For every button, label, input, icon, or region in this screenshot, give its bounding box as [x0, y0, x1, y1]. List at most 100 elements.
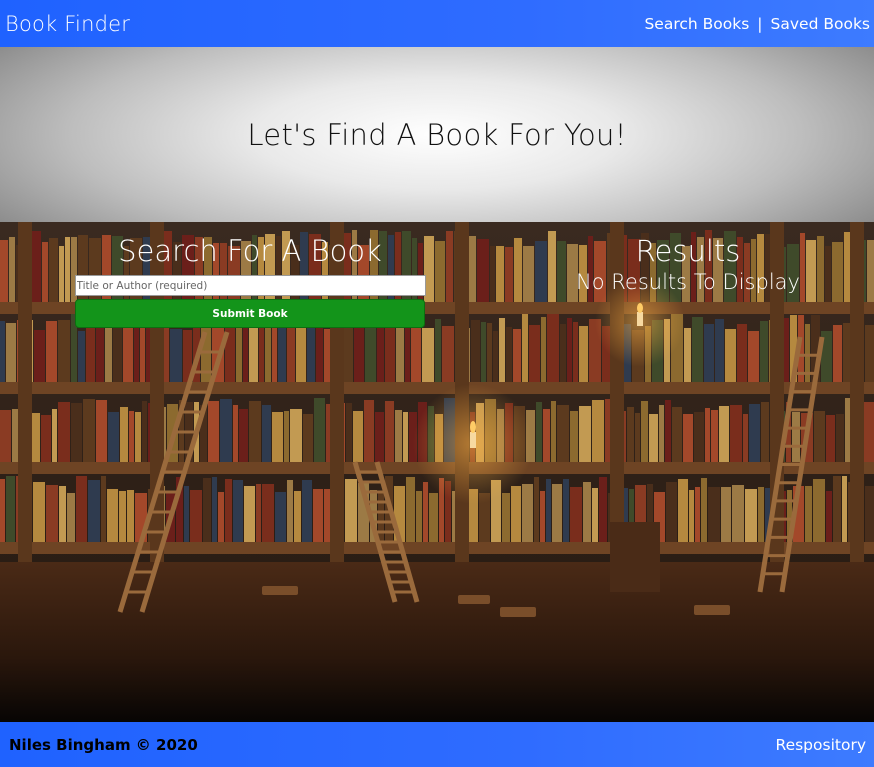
book-spine — [730, 405, 742, 462]
book-spine — [708, 487, 720, 542]
book-spine — [732, 485, 744, 542]
book-spine — [704, 324, 714, 382]
book-spine — [422, 328, 434, 382]
book-spine — [627, 407, 634, 462]
book-spine — [833, 325, 842, 382]
book-spine — [814, 411, 825, 462]
nav-separator: | — [757, 14, 763, 33]
book-spine — [249, 323, 258, 382]
book-spine — [468, 236, 476, 302]
book-spine — [845, 398, 850, 462]
book-spine — [715, 319, 724, 382]
nav-links: Search Books | Saved Books — [644, 15, 870, 33]
book-spine — [123, 322, 133, 382]
book-spine — [278, 319, 286, 382]
book-spine — [134, 322, 139, 382]
book-spine — [58, 320, 70, 382]
book-spine — [502, 493, 510, 542]
book-spine — [346, 403, 352, 462]
book-spine — [101, 476, 106, 542]
book-spine — [749, 404, 760, 462]
book-spine — [140, 325, 145, 382]
book-spine — [262, 484, 274, 542]
book-spine — [570, 487, 582, 542]
book-spine — [233, 405, 238, 462]
book-spine — [514, 238, 522, 302]
book-spine — [406, 477, 415, 542]
book-spine — [272, 412, 283, 462]
book-spine — [683, 414, 693, 462]
book-spine — [583, 482, 591, 542]
book-spine — [96, 400, 107, 462]
book-spine — [522, 314, 528, 382]
brand-link[interactable]: Book Finder — [5, 12, 130, 36]
book-spine — [42, 242, 48, 302]
book-spine — [570, 411, 578, 462]
search-input[interactable] — [74, 275, 426, 296]
book-spine — [52, 409, 57, 462]
results-panel: Results No Results To Display — [560, 233, 816, 295]
book-spine — [385, 319, 395, 382]
book-spine — [403, 412, 408, 462]
book-spine — [33, 482, 45, 542]
submit-book-button[interactable]: Submit Book — [75, 299, 425, 328]
book-spine — [142, 401, 147, 462]
book-spine — [557, 405, 569, 462]
book-spine — [672, 407, 682, 462]
book-spine — [535, 241, 547, 302]
book-spine — [599, 477, 607, 542]
book-spine — [592, 400, 604, 462]
book-spine — [825, 246, 831, 302]
book-spine — [316, 325, 323, 382]
book-spine — [83, 399, 95, 462]
book-spine — [416, 491, 422, 542]
repository-link[interactable]: Respository — [776, 736, 867, 754]
book-spine — [0, 479, 5, 542]
book-spine — [208, 401, 219, 462]
book-spine — [659, 405, 664, 462]
book-spine — [490, 246, 495, 302]
book-spine — [579, 326, 588, 382]
book-spine — [761, 402, 769, 462]
book-spine — [543, 409, 550, 462]
book-spine — [249, 401, 261, 462]
book-spine — [505, 247, 513, 302]
book-spine — [58, 402, 70, 462]
book-spine — [275, 492, 286, 542]
book-spine — [65, 237, 70, 302]
book-spine — [41, 415, 51, 462]
book-spine — [375, 412, 384, 462]
book-spine — [760, 321, 768, 382]
book-spine — [506, 327, 512, 382]
footer-copyright: Niles Bingham © 2020 — [9, 735, 198, 754]
book-spine — [290, 409, 302, 462]
nav-link-search-books[interactable]: Search Books — [644, 15, 749, 33]
book-spine — [88, 480, 100, 542]
book-spine — [865, 486, 874, 542]
book-spine — [546, 479, 551, 542]
book-spine — [203, 478, 211, 542]
book-spine — [220, 399, 232, 462]
book-spine — [592, 488, 598, 542]
book-spine — [49, 238, 58, 302]
search-form: Search For A Book Submit Book — [74, 233, 426, 328]
book-spine — [826, 415, 835, 462]
book-spine — [711, 410, 718, 462]
book-spine — [813, 479, 825, 542]
book-spine — [641, 401, 648, 462]
nav-link-saved-books[interactable]: Saved Books — [771, 15, 870, 33]
book-spine — [649, 414, 658, 462]
book-spine — [184, 486, 189, 542]
book-spine — [302, 480, 312, 542]
book-spine — [567, 318, 572, 382]
book-spine — [446, 231, 453, 302]
book-spine — [71, 403, 82, 462]
book-spine — [353, 411, 363, 462]
book-spine — [284, 411, 289, 462]
book-spine — [493, 331, 498, 382]
book-spine — [287, 323, 295, 382]
book-spine — [865, 325, 874, 382]
book-spine — [46, 321, 57, 382]
book-spine — [551, 401, 556, 462]
shelf-post — [18, 222, 32, 562]
